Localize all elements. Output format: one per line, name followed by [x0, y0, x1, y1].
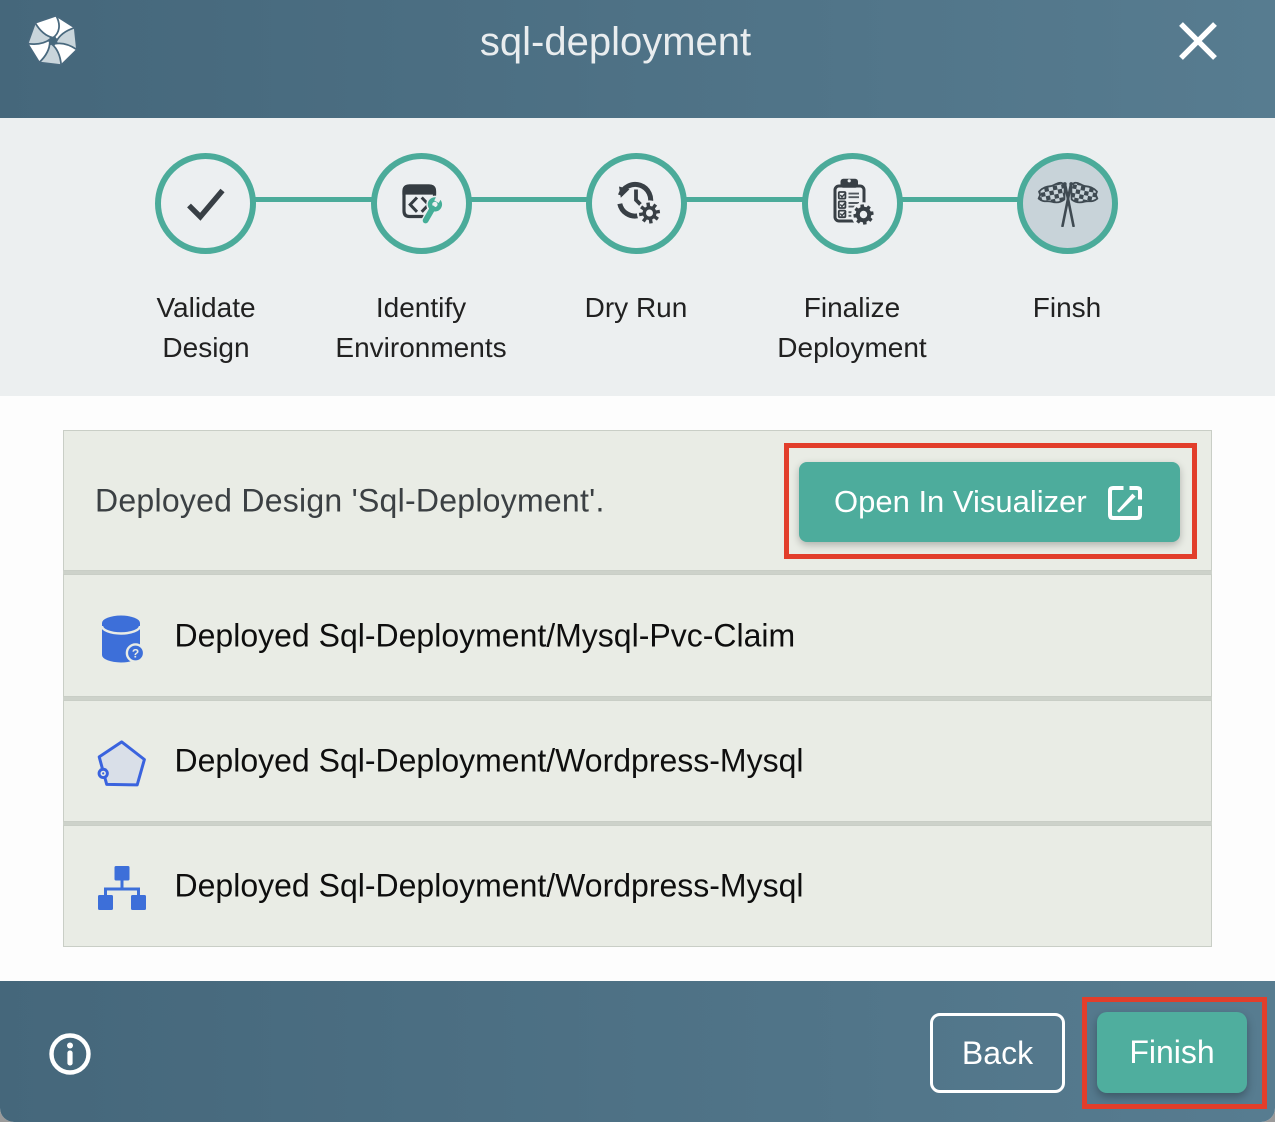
svg-text:?: ? — [132, 647, 139, 661]
